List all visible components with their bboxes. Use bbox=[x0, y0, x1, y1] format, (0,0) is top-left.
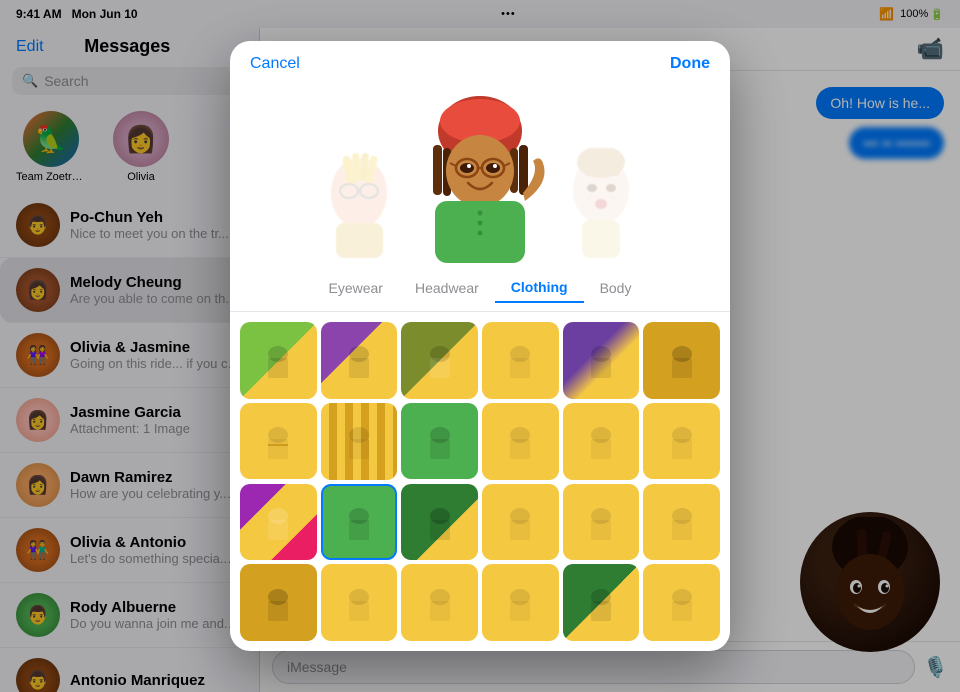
done-button[interactable]: Done bbox=[670, 55, 710, 73]
tab-headwear[interactable]: Headwear bbox=[399, 273, 495, 303]
clothing-item-5[interactable] bbox=[563, 322, 640, 399]
clothing-item-15[interactable] bbox=[401, 484, 478, 561]
clothing-item-20[interactable] bbox=[321, 564, 398, 641]
memoji-preview-left bbox=[319, 143, 399, 263]
clothing-item-17[interactable] bbox=[563, 484, 640, 561]
clothing-item-8[interactable] bbox=[321, 403, 398, 480]
clothing-item-21[interactable] bbox=[401, 564, 478, 641]
clothing-grid bbox=[230, 312, 730, 651]
clothing-item-11[interactable] bbox=[563, 403, 640, 480]
memoji-preview-center bbox=[415, 93, 545, 263]
clothing-item-9[interactable] bbox=[401, 403, 478, 480]
memoji-preview-strip bbox=[230, 73, 730, 273]
modal-overlay: Cancel Done bbox=[0, 0, 960, 692]
tab-eyewear[interactable]: Eyewear bbox=[313, 273, 399, 303]
memoji-preview-right bbox=[561, 143, 641, 263]
clothing-item-12[interactable] bbox=[643, 403, 720, 480]
clothing-item-7[interactable] bbox=[240, 403, 317, 480]
clothing-item-6[interactable] bbox=[643, 322, 720, 399]
clothing-item-19[interactable] bbox=[240, 564, 317, 641]
clothing-item-22[interactable] bbox=[482, 564, 559, 641]
clothing-item-1[interactable] bbox=[240, 322, 317, 399]
tab-body[interactable]: Body bbox=[584, 273, 648, 303]
memoji-editor-modal: Cancel Done bbox=[230, 41, 730, 651]
cancel-button[interactable]: Cancel bbox=[250, 55, 300, 73]
modal-topbar: Cancel Done bbox=[230, 41, 730, 73]
clothing-item-4[interactable] bbox=[482, 322, 559, 399]
clothing-item-10[interactable] bbox=[482, 403, 559, 480]
clothing-item-18[interactable] bbox=[643, 484, 720, 561]
category-tabs: Eyewear Headwear Clothing Body bbox=[230, 273, 730, 312]
clothing-item-16[interactable] bbox=[482, 484, 559, 561]
clothing-item-3[interactable] bbox=[401, 322, 478, 399]
tab-clothing[interactable]: Clothing bbox=[495, 273, 584, 303]
clothing-item-24[interactable] bbox=[643, 564, 720, 641]
clothing-item-13[interactable] bbox=[240, 484, 317, 561]
clothing-item-2[interactable] bbox=[321, 322, 398, 399]
clothing-item-14[interactable] bbox=[321, 484, 398, 561]
clothing-item-23[interactable] bbox=[563, 564, 640, 641]
